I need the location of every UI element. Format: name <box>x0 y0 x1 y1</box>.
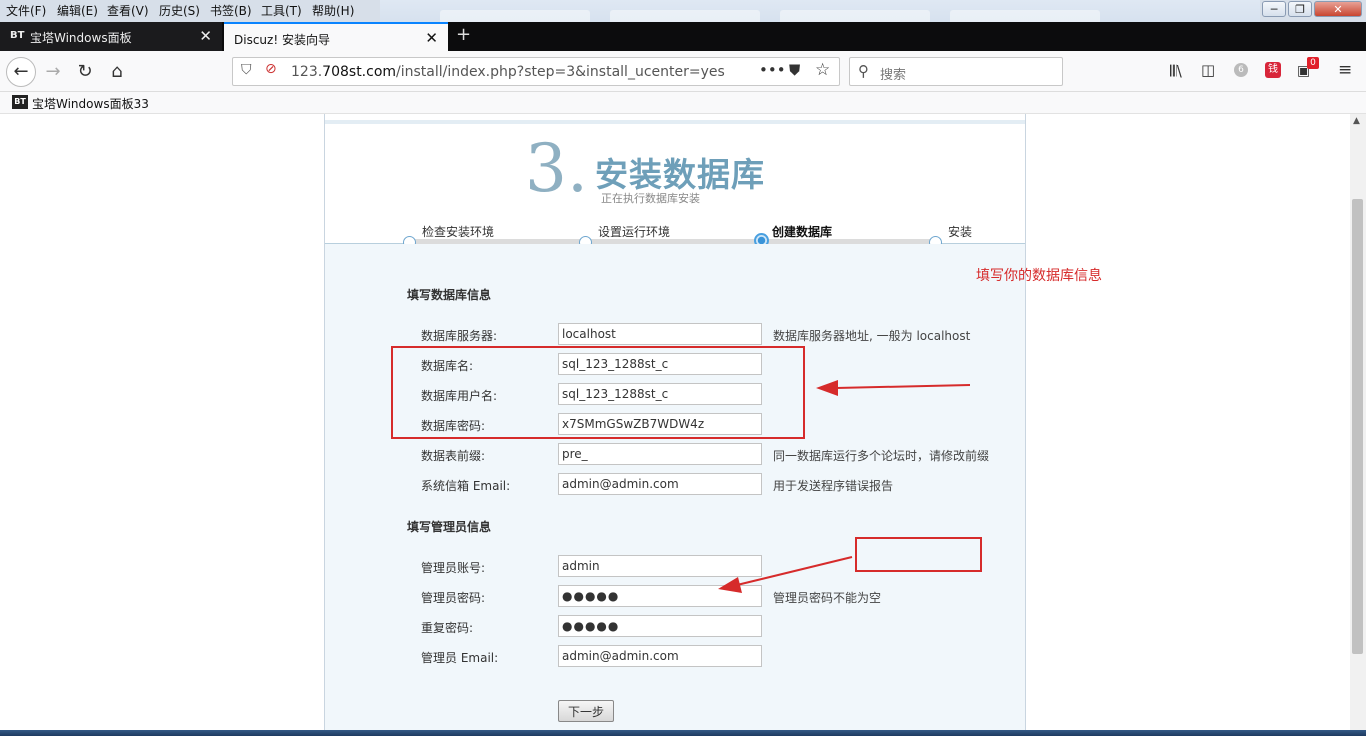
menu-tools[interactable]: 工具(T) <box>261 2 302 19</box>
url-text[interactable]: 123.708st.com/install/index.php?step=3&i… <box>291 64 725 80</box>
db-info-highlight-box <box>391 346 805 439</box>
db-host-hint: 数据库服务器地址, 一般为 localhost <box>773 329 971 343</box>
close-window-button[interactable]: ✕ <box>1314 1 1362 17</box>
admin-password-hint: 管理员密码不能为空 <box>773 591 882 605</box>
page-subtitle: 正在执行数据库安装 <box>601 192 700 205</box>
close-icon[interactable]: ✕ <box>425 29 438 47</box>
db-host-label: 数据库服务器: <box>421 329 498 343</box>
admin-section-title: 填写管理员信息 <box>407 520 492 534</box>
library-icon[interactable]: 𝄃𝄃\ <box>1170 62 1182 80</box>
sidebar-icon[interactable]: ◫ <box>1201 61 1215 79</box>
admin-password-input[interactable] <box>558 585 762 607</box>
bookmark-baota[interactable]: 宝塔Windows面板33 <box>32 95 149 112</box>
table-prefix-input[interactable] <box>558 443 762 465</box>
tab-title: 宝塔Windows面板 <box>30 31 132 45</box>
admin-email-label: 管理员 Email: <box>421 651 499 665</box>
search-bar[interactable]: ⚲ 搜索 <box>849 57 1063 86</box>
repeat-password-input[interactable] <box>558 615 762 637</box>
table-prefix-label: 数据表前缀: <box>421 449 486 463</box>
bt-favicon-icon: BT <box>12 95 28 109</box>
menu-edit[interactable]: 编辑(E) <box>57 2 98 19</box>
menu-help[interactable]: 帮助(H) <box>312 2 354 19</box>
windows-taskbar <box>0 730 1366 736</box>
search-placeholder: 搜索 <box>880 68 907 83</box>
menu-view[interactable]: 查看(V) <box>107 2 149 19</box>
page-title: 安装数据库 <box>595 155 765 194</box>
navigation-toolbar: ← → ↻ ⌂ ⛉ ⊘ 123.708st.com/install/index.… <box>0 51 1366 92</box>
menu-history[interactable]: 历史(S) <box>159 2 200 19</box>
menu-file[interactable]: 文件(F) <box>6 2 46 19</box>
tab-strip: BT 宝塔Windows面板 ✕ Discuz! 安装向导 ✕ <box>0 22 1366 51</box>
new-tab-plus-icon[interactable]: + <box>456 24 471 45</box>
step-label-current: 创建数据库 <box>772 225 833 239</box>
extension-badge-icon[interactable]: 6 <box>1234 63 1248 77</box>
bt-favicon-icon: BT <box>10 30 25 41</box>
step-label: 安装 <box>948 225 973 239</box>
tab-title: Discuz! 安装向导 <box>234 33 330 47</box>
table-prefix-hint: 同一数据库运行多个论坛时，请修改前缀 <box>773 449 990 463</box>
annotation-note: 填写你的数据库信息 <box>976 268 1102 284</box>
url-path: /install/index.php?step=3&install_ucente… <box>396 64 725 80</box>
url-domain: 708st.com <box>322 64 397 80</box>
admin-password-label: 管理员密码: <box>421 591 486 605</box>
bookmarks-toolbar: BT 宝塔Windows面板33 <box>0 92 1366 114</box>
admin-username-input[interactable] <box>558 555 762 577</box>
system-email-hint: 用于发送程序错误报告 <box>773 479 894 493</box>
tab-discuz-install[interactable]: Discuz! 安装向导 ✕ <box>224 22 448 51</box>
db-host-input[interactable] <box>558 323 762 345</box>
admin-email-input[interactable] <box>558 645 762 667</box>
db-section-title: 填写数据库信息 <box>407 288 492 302</box>
forward-arrow-icon[interactable]: → <box>40 59 66 85</box>
scrollbar-thumb[interactable] <box>1352 199 1363 654</box>
hamburger-menu-icon[interactable]: ≡ <box>1338 60 1352 80</box>
panel-top-line <box>325 120 1025 124</box>
system-email-input[interactable] <box>558 473 762 495</box>
minimize-button[interactable]: ─ <box>1262 1 1286 17</box>
insecure-lock-icon[interactable]: ⊘ <box>265 61 277 77</box>
scroll-up-arrow-icon[interactable]: ▲ <box>1353 116 1360 126</box>
admin-username-label: 管理员账号: <box>421 561 486 575</box>
step-label: 设置运行环境 <box>598 225 671 239</box>
back-arrow-icon[interactable]: ← <box>6 57 36 87</box>
shield-icon[interactable]: ⛉ <box>241 62 252 78</box>
tab-baota[interactable]: BT 宝塔Windows面板 ✕ <box>0 22 222 51</box>
money-extension-icon[interactable]: 钱 <box>1265 62 1281 78</box>
notification-count-badge: 0 <box>1307 57 1319 69</box>
bookmark-star-icon[interactable]: ☆ <box>815 60 830 80</box>
step-label: 检查安装环境 <box>422 225 495 239</box>
page-scrollbar[interactable]: ▲ <box>1350 114 1366 730</box>
step-number: 3. <box>525 130 588 207</box>
close-icon[interactable]: ✕ <box>199 27 212 45</box>
search-icon: ⚲ <box>858 62 869 80</box>
reload-icon[interactable]: ↻ <box>72 59 98 85</box>
menu-bookmarks[interactable]: 书签(B) <box>210 2 252 19</box>
url-prefix: 123. <box>291 64 323 80</box>
system-email-label: 系统信箱 Email: <box>421 479 511 493</box>
admin-highlight-box <box>855 537 982 572</box>
pocket-icon[interactable]: ⛊ <box>789 61 800 79</box>
url-bar[interactable]: ⛉ ⊘ 123.708st.com/install/index.php?step… <box>232 57 840 86</box>
next-step-button[interactable]: 下一步 <box>558 700 614 722</box>
repeat-password-label: 重复密码: <box>421 621 474 635</box>
install-form: 填写数据库信息 数据库服务器: 数据库服务器地址, 一般为 localhost … <box>325 244 1025 730</box>
maximize-button[interactable]: ❐ <box>1288 1 1312 17</box>
more-actions-icon[interactable]: ••• <box>759 61 786 79</box>
home-icon[interactable]: ⌂ <box>104 59 130 85</box>
